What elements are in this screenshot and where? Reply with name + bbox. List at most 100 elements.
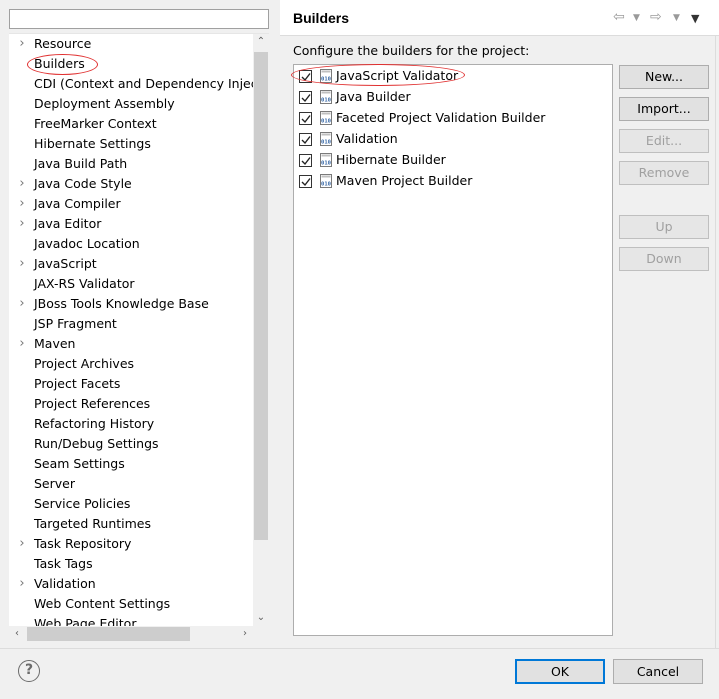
down-button[interactable]: Down — [619, 247, 709, 271]
tree-item[interactable]: Server — [9, 474, 253, 494]
tree-item[interactable]: Run/Debug Settings — [9, 434, 253, 454]
expand-chevron-icon[interactable]: › — [17, 194, 27, 214]
tree-item[interactable]: Java Build Path — [9, 154, 253, 174]
tree-item-label: Targeted Runtimes — [34, 516, 151, 531]
builder-checkbox[interactable] — [299, 112, 312, 125]
tree-item-label: Project Archives — [34, 356, 135, 371]
tree-item[interactable]: Web Content Settings — [9, 594, 253, 614]
builder-checkbox[interactable] — [299, 154, 312, 167]
tree-item-label: Web Page Editor — [34, 616, 137, 626]
edit-button[interactable]: Edit... — [619, 129, 709, 153]
builder-010-icon: 010 — [319, 153, 333, 167]
tree-item[interactable]: › Task Repository — [9, 534, 253, 554]
builder-010-icon: 010 — [319, 90, 333, 104]
tree-item[interactable]: Refactoring History — [9, 414, 253, 434]
builder-label: JavaScript Validator — [336, 68, 459, 83]
import-button[interactable]: Import... — [619, 97, 709, 121]
ok-button[interactable]: OK — [515, 659, 605, 684]
tree-horizontal-scrollbar[interactable]: ‹ › — [9, 626, 253, 641]
tree-item[interactable]: Targeted Runtimes — [9, 514, 253, 534]
svg-text:010: 010 — [321, 77, 331, 83]
help-icon[interactable]: ? — [18, 660, 40, 682]
view-menu-icon[interactable]: ▼ — [691, 12, 699, 25]
tree-vertical-scroll-thumb[interactable] — [254, 52, 268, 540]
tree-item-label: Task Repository — [34, 536, 132, 551]
tree-item-label: Resource — [34, 36, 92, 51]
tree-item-label: Seam Settings — [34, 456, 125, 471]
builder-list: 010 JavaScript Validator 010 Java Builder 01… — [293, 64, 613, 636]
tree-item-label: Javadoc Location — [34, 236, 140, 251]
back-arrow-icon[interactable]: ⇦ — [613, 9, 625, 25]
cancel-button[interactable]: Cancel — [613, 659, 703, 684]
scroll-down-icon[interactable]: ⌄ — [253, 610, 269, 626]
tree-item[interactable]: Project Archives — [9, 354, 253, 374]
property-tree-list: › Resource Builders CDI (Context and Depend… — [9, 34, 253, 626]
tree-item[interactable]: Deployment Assembly — [9, 94, 253, 114]
expand-chevron-icon[interactable]: › — [17, 574, 27, 594]
tree-item[interactable]: › Maven — [9, 334, 253, 354]
builder-010-icon: 010 — [319, 132, 333, 146]
tree-item[interactable]: › JavaScript — [9, 254, 253, 274]
tree-item[interactable]: Hibernate Settings — [9, 134, 253, 154]
builder-checkbox[interactable] — [299, 91, 312, 104]
expand-chevron-icon[interactable]: › — [17, 334, 27, 354]
back-dropdown-icon[interactable]: ▼ — [633, 13, 640, 23]
tree-item[interactable]: Seam Settings — [9, 454, 253, 474]
tree-item[interactable]: › Java Editor — [9, 214, 253, 234]
builder-label: Faceted Project Validation Builder — [336, 110, 546, 125]
tree-horizontal-scroll-thumb[interactable] — [27, 627, 190, 641]
scroll-right-icon[interactable]: › — [237, 626, 253, 641]
expand-chevron-icon[interactable]: › — [17, 254, 27, 274]
tree-item[interactable]: Builders — [9, 54, 253, 74]
tree-item-label: Java Compiler — [34, 196, 121, 211]
tree-item[interactable]: › Java Compiler — [9, 194, 253, 214]
up-button[interactable]: Up — [619, 215, 709, 239]
tree-item[interactable]: CDI (Context and Dependency Injection) — [9, 74, 253, 94]
builder-label: Java Builder — [336, 89, 411, 104]
expand-chevron-icon[interactable]: › — [17, 534, 27, 554]
remove-button[interactable]: Remove — [619, 161, 709, 185]
builder-checkbox[interactable] — [299, 133, 312, 146]
tree-item[interactable]: › Java Code Style — [9, 174, 253, 194]
expand-chevron-icon[interactable]: › — [17, 34, 27, 54]
forward-dropdown-icon[interactable]: ▼ — [673, 13, 680, 23]
expand-chevron-icon[interactable]: › — [17, 294, 27, 314]
tree-item-label: Service Policies — [34, 496, 131, 511]
tree-item[interactable]: › Validation — [9, 574, 253, 594]
tree-item[interactable]: Project References — [9, 394, 253, 414]
builder-checkbox[interactable] — [299, 175, 312, 188]
tree-item-label: JAX-RS Validator — [34, 276, 135, 291]
tree-item[interactable]: FreeMarker Context — [9, 114, 253, 134]
builder-checkbox[interactable] — [299, 70, 312, 83]
builder-010-icon: 010 — [319, 174, 333, 188]
expand-chevron-icon[interactable]: › — [17, 214, 27, 234]
tree-item[interactable]: › JBoss Tools Knowledge Base — [9, 294, 253, 314]
tree-item[interactable]: JAX-RS Validator — [9, 274, 253, 294]
tree-vertical-scrollbar[interactable]: ⌃ ⌄ — [253, 34, 269, 626]
svg-text:010: 010 — [321, 140, 331, 146]
scroll-up-icon[interactable]: ⌃ — [253, 34, 269, 50]
property-tree: › Resource Builders CDI (Context and Depend… — [9, 33, 269, 641]
svg-text:010: 010 — [321, 98, 331, 104]
tree-item[interactable]: JSP Fragment — [9, 314, 253, 334]
tree-item[interactable]: Project Facets — [9, 374, 253, 394]
tree-item-label: JSP Fragment — [34, 316, 117, 331]
scrollbar-corner — [253, 626, 269, 641]
new-button[interactable]: New... — [619, 65, 709, 89]
tree-item-label: Java Code Style — [34, 176, 132, 191]
tree-item[interactable]: Web Page Editor — [9, 614, 253, 626]
tree-item-label: Java Editor — [34, 216, 102, 231]
tree-item[interactable]: Service Policies — [9, 494, 253, 514]
tree-item-label: Builders — [34, 56, 85, 71]
tree-item[interactable]: Task Tags — [9, 554, 253, 574]
tree-item-label: Refactoring History — [34, 416, 155, 431]
tree-item-label: JavaScript — [34, 256, 97, 271]
scroll-left-icon[interactable]: ‹ — [9, 626, 25, 641]
expand-chevron-icon[interactable]: › — [17, 174, 27, 194]
tree-item[interactable]: Javadoc Location — [9, 234, 253, 254]
filter-input[interactable] — [9, 9, 269, 29]
tree-item-label: Web Content Settings — [34, 596, 171, 611]
tree-item-label: Validation — [34, 576, 96, 591]
tree-item[interactable]: › Resource — [9, 34, 253, 54]
forward-arrow-icon[interactable]: ⇨ — [650, 9, 662, 25]
